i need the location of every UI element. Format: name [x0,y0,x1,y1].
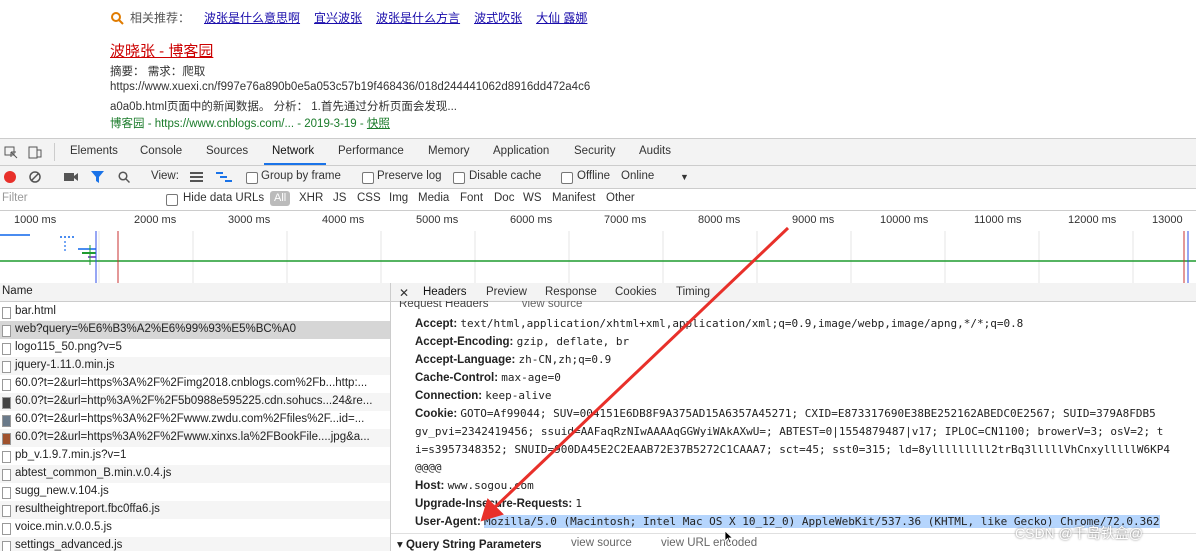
watermark: CSDN @千岛铁盒@ [1015,525,1143,541]
mouse-cursor-icon [724,530,734,544]
annotation-arrow [480,226,790,522]
